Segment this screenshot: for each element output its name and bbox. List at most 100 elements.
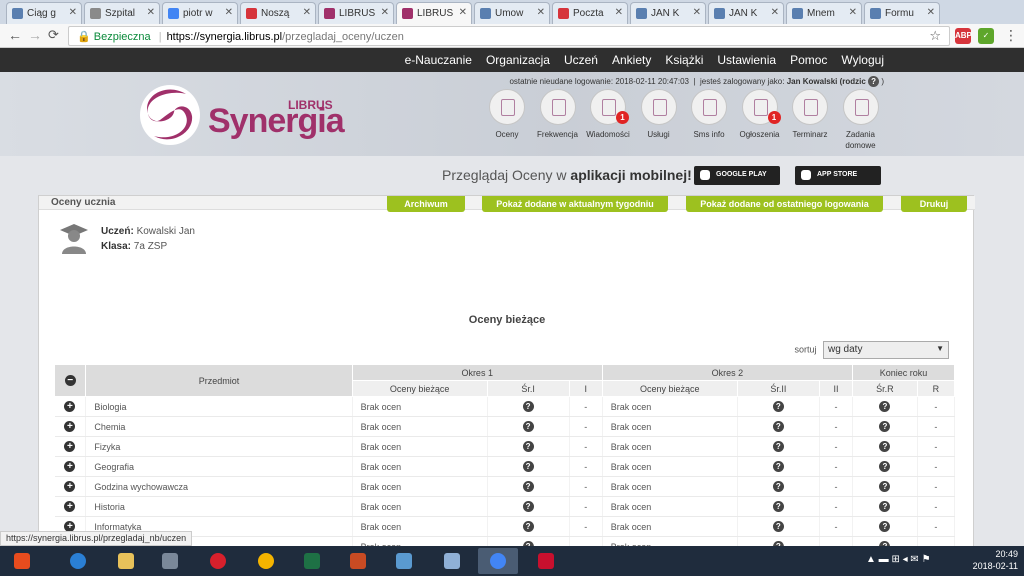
tab-close-icon[interactable]: ✕ [225,7,233,18]
question-icon[interactable]: ? [522,481,534,492]
expand-cell[interactable]: + [54,496,87,517]
question-icon[interactable]: ? [772,481,784,492]
question-icon[interactable]: ? [772,501,784,512]
topnav-item[interactable]: Organizacja [486,53,550,67]
url-input[interactable]: 🔒 Bezpieczna | https://synergia.librus.pl… [68,26,950,46]
module-button[interactable]: Zadania domowe [838,89,884,151]
collapse-all-cell[interactable]: − [53,364,87,397]
tab-close-icon[interactable]: ✕ [693,7,701,18]
question-icon[interactable]: ? [879,501,891,512]
taskbar-chrome[interactable] [246,548,286,574]
topnav-item[interactable]: Ankiety [612,53,651,67]
start-button[interactable] [2,548,42,574]
module-button[interactable]: 1 Ogłoszenia [737,89,783,140]
expand-cell[interactable]: + [54,456,87,477]
tab-close-icon[interactable]: ✕ [537,7,545,18]
question-icon[interactable]: ? [522,441,534,452]
expand-icon[interactable]: + [64,461,76,472]
subject-name[interactable]: Chemia [85,416,353,437]
system-tray-icons[interactable]: ▲ ▬ ⊞ ◂ ✉ ⚑ [866,554,931,565]
browser-tab[interactable]: piotr w ✕ [162,2,238,24]
browser-menu-icon[interactable]: ⋮ [1004,27,1018,44]
tab-close-icon[interactable]: ✕ [771,7,779,18]
taskbar-powerpoint[interactable] [338,548,378,574]
topnav-item[interactable]: Książki [665,53,703,67]
question-icon[interactable]: ? [879,481,891,492]
bookmark-star-icon[interactable]: ☆ [929,28,941,44]
subject-name[interactable]: Biologia [85,396,353,417]
browser-tab[interactable]: Mnem ✕ [786,2,862,24]
expand-cell[interactable]: + [54,436,87,457]
expand-icon[interactable]: + [64,441,76,452]
topnav-item[interactable]: Uczeń [564,53,598,67]
tab-close-icon[interactable]: ✕ [615,7,623,18]
tab-close-icon[interactable]: ✕ [927,7,935,18]
module-button[interactable]: Sms info [686,89,732,140]
tab-close-icon[interactable]: ✕ [849,7,857,18]
module-button[interactable]: Terminarz [787,89,833,140]
browser-tab[interactable]: Ciąg g ✕ [6,2,82,24]
question-icon[interactable]: ? [879,401,891,412]
tab-close-icon[interactable]: ✕ [381,7,389,18]
expand-cell[interactable]: + [54,396,87,417]
sort-select[interactable]: wg daty ▼ [823,341,949,359]
taskbar-excel[interactable] [292,548,332,574]
taskbar-chrome-active[interactable] [478,548,518,574]
expand-icon[interactable]: + [64,421,76,432]
google-play-button[interactable]: GOOGLE PLAY [694,166,780,185]
browser-tab[interactable]: Szpital ✕ [84,2,160,24]
back-icon[interactable]: ← [8,27,22,43]
browser-tab[interactable]: LIBRUS ✕ [396,2,472,24]
browser-tab[interactable]: Formu ✕ [864,2,940,24]
question-icon[interactable]: ? [879,521,891,532]
taskbar-app2[interactable] [384,548,424,574]
topnav-item[interactable]: Wyloguj [841,53,884,67]
taskbar-explorer[interactable] [106,548,146,574]
question-icon[interactable]: ? [879,441,891,452]
module-button[interactable]: Usługi [636,89,682,140]
topnav-item[interactable]: Ustawienia [717,53,776,67]
browser-tab[interactable]: Umow ✕ [474,2,550,24]
browser-tab[interactable]: Noszą ✕ [240,2,316,24]
module-button[interactable]: 1 Wiadomości [585,89,631,140]
taskbar-app[interactable] [150,548,190,574]
question-icon[interactable]: ? [522,421,534,432]
tab-close-icon[interactable]: ✕ [303,7,311,18]
module-button[interactable]: Frekwencja [535,89,581,140]
librus-synergia-logo[interactable]: Synergia LIBRUS [136,82,345,148]
question-icon[interactable]: ? [522,461,534,472]
topnav-item[interactable]: e-Nauczanie [405,53,472,67]
forward-icon[interactable]: → [28,27,42,43]
taskbar-ie[interactable] [58,548,98,574]
print-button[interactable]: Drukuj [901,196,967,212]
tab-close-icon[interactable]: ✕ [69,7,77,18]
adblock-icon[interactable]: ABP [955,28,972,44]
tab-close-icon[interactable]: ✕ [147,7,155,18]
browser-tab[interactable]: LIBRUS ✕ [318,2,394,24]
browser-tab[interactable]: Poczta ✕ [552,2,628,24]
subject-name[interactable]: Fizyka [85,436,353,457]
question-icon[interactable]: ? [879,421,891,432]
question-icon[interactable]: ? [772,441,784,452]
taskbar-pdf[interactable] [526,548,566,574]
archive-button[interactable]: Archiwum [387,196,465,212]
expand-cell[interactable]: + [54,416,87,437]
question-icon[interactable]: ? [522,521,534,532]
question-icon[interactable]: ? [522,401,534,412]
question-icon[interactable]: ? [772,401,784,412]
question-icon[interactable]: ? [772,521,784,532]
subject-name[interactable]: Geografia [85,456,353,477]
browser-tab[interactable]: JAN K ✕ [630,2,706,24]
clock[interactable]: 20:49 2018-02-11 [973,548,1018,572]
show-this-week-button[interactable]: Pokaż dodane w aktualnym tygodniu [482,196,668,212]
subject-name[interactable]: Historia [85,496,353,517]
question-icon[interactable]: ? [772,421,784,432]
topnav-item[interactable]: Pomoc [790,53,827,67]
subject-name[interactable]: Godzina wychowawcza [85,476,353,497]
expand-cell[interactable]: + [54,476,87,497]
help-icon[interactable]: ? [868,76,880,87]
expand-icon[interactable]: + [64,501,76,512]
reload-icon[interactable]: ⟳ [48,27,59,43]
question-icon[interactable]: ? [879,461,891,472]
question-icon[interactable]: ? [772,461,784,472]
